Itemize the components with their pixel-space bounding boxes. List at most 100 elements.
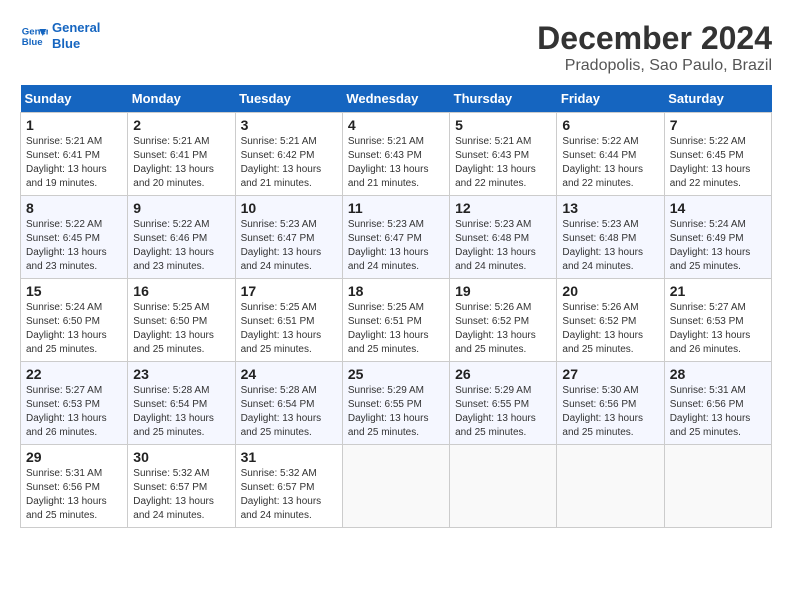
day-info: Sunrise: 5:21 AM Sunset: 6:43 PM Dayligh… — [348, 135, 444, 191]
calendar-week-5: 29Sunrise: 5:31 AM Sunset: 6:56 PM Dayli… — [21, 445, 772, 528]
calendar-week-1: 1 Sunrise: 5:21 AM Sunset: 6:41 PM Daylig… — [21, 113, 772, 196]
calendar-cell: 30 Sunrise: 5:32 AM Sunset: 6:57 PM Dayli… — [128, 445, 235, 528]
day-number: 10 — [241, 200, 337, 216]
day-info: Sunrise: 5:27 AM Sunset: 6:53 PM Dayligh… — [670, 301, 766, 357]
calendar-cell: 23 Sunrise: 5:28 AM Sunset: 6:54 PM Dayli… — [128, 362, 235, 445]
day-number: 30 — [133, 449, 229, 465]
day-number: 9 — [133, 200, 229, 216]
day-info: Sunrise: 5:22 AM Sunset: 6:44 PM Dayligh… — [562, 135, 658, 191]
calendar-cell: 27 Sunrise: 5:30 AM Sunset: 6:56 PM Dayli… — [557, 362, 664, 445]
calendar-cell: 1Sunrise: 5:21 AM Sunset: 6:41 PM Daylig… — [21, 113, 128, 196]
day-info: Sunrise: 5:26 AM Sunset: 6:52 PM Dayligh… — [562, 301, 658, 357]
calendar-cell: 16 Sunrise: 5:25 AM Sunset: 6:50 PM Dayli… — [128, 279, 235, 362]
day-number: 24 — [241, 366, 337, 382]
calendar-cell: 12Sunrise: 5:23 AM Sunset: 6:48 PM Dayli… — [450, 196, 557, 279]
day-number: 26 — [455, 366, 551, 382]
logo-icon: General Blue — [20, 22, 48, 50]
day-info: Sunrise: 5:29 AM Sunset: 6:55 PM Dayligh… — [455, 384, 551, 440]
day-number: 14 — [670, 200, 766, 216]
day-info: Sunrise: 5:21 AM Sunset: 6:42 PM Dayligh… — [241, 135, 337, 191]
calendar-cell: 9 Sunrise: 5:22 AM Sunset: 6:46 PM Daylig… — [128, 196, 235, 279]
day-info: Sunrise: 5:24 AM Sunset: 6:49 PM Dayligh… — [670, 218, 766, 274]
calendar-cell: 5 Sunrise: 5:21 AM Sunset: 6:43 PM Daylig… — [450, 113, 557, 196]
day-number: 18 — [348, 283, 444, 299]
day-info: Sunrise: 5:21 AM Sunset: 6:41 PM Dayligh… — [133, 135, 229, 191]
calendar-cell: 13 Sunrise: 5:23 AM Sunset: 6:48 PM Dayli… — [557, 196, 664, 279]
day-info: Sunrise: 5:29 AM Sunset: 6:55 PM Dayligh… — [348, 384, 444, 440]
day-info: Sunrise: 5:21 AM Sunset: 6:43 PM Dayligh… — [455, 135, 551, 191]
day-number: 16 — [133, 283, 229, 299]
day-number: 27 — [562, 366, 658, 382]
header-day-sunday: Sunday — [21, 85, 128, 113]
calendar-cell: 20 Sunrise: 5:26 AM Sunset: 6:52 PM Dayli… — [557, 279, 664, 362]
header-day-wednesday: Wednesday — [342, 85, 449, 113]
calendar-cell: 24 Sunrise: 5:28 AM Sunset: 6:54 PM Dayli… — [235, 362, 342, 445]
day-info: Sunrise: 5:25 AM Sunset: 6:51 PM Dayligh… — [348, 301, 444, 357]
day-info: Sunrise: 5:22 AM Sunset: 6:45 PM Dayligh… — [670, 135, 766, 191]
calendar-cell: 14 Sunrise: 5:24 AM Sunset: 6:49 PM Dayli… — [664, 196, 771, 279]
day-info: Sunrise: 5:25 AM Sunset: 6:50 PM Dayligh… — [133, 301, 229, 357]
day-info: Sunrise: 5:30 AM Sunset: 6:56 PM Dayligh… — [562, 384, 658, 440]
calendar-cell: 21 Sunrise: 5:27 AM Sunset: 6:53 PM Dayli… — [664, 279, 771, 362]
day-number: 20 — [562, 283, 658, 299]
day-info: Sunrise: 5:23 AM Sunset: 6:48 PM Dayligh… — [562, 218, 658, 274]
day-info: Sunrise: 5:25 AM Sunset: 6:51 PM Dayligh… — [241, 301, 337, 357]
calendar-cell: 2 Sunrise: 5:21 AM Sunset: 6:41 PM Daylig… — [128, 113, 235, 196]
calendar-cell: 11 Sunrise: 5:23 AM Sunset: 6:47 PM Dayli… — [342, 196, 449, 279]
logo-text: GeneralBlue — [52, 20, 100, 51]
calendar-week-2: 8 Sunrise: 5:22 AM Sunset: 6:45 PM Daylig… — [21, 196, 772, 279]
calendar-cell: 6Sunrise: 5:22 AM Sunset: 6:44 PM Daylig… — [557, 113, 664, 196]
header-day-thursday: Thursday — [450, 85, 557, 113]
title-area: December 2024 Pradopolis, Sao Paulo, Bra… — [537, 20, 772, 75]
calendar-cell: 17Sunrise: 5:25 AM Sunset: 6:51 PM Dayli… — [235, 279, 342, 362]
subtitle: Pradopolis, Sao Paulo, Brazil — [537, 57, 772, 75]
day-number: 22 — [26, 366, 122, 382]
calendar-cell: 28Sunrise: 5:31 AM Sunset: 6:56 PM Dayli… — [664, 362, 771, 445]
header-day-friday: Friday — [557, 85, 664, 113]
calendar-week-4: 22Sunrise: 5:27 AM Sunset: 6:53 PM Dayli… — [21, 362, 772, 445]
day-number: 8 — [26, 200, 122, 216]
day-number: 11 — [348, 200, 444, 216]
calendar-cell: 25 Sunrise: 5:29 AM Sunset: 6:55 PM Dayli… — [342, 362, 449, 445]
day-info: Sunrise: 5:23 AM Sunset: 6:47 PM Dayligh… — [348, 218, 444, 274]
day-number: 2 — [133, 117, 229, 133]
day-number: 31 — [241, 449, 337, 465]
calendar-week-3: 15Sunrise: 5:24 AM Sunset: 6:50 PM Dayli… — [21, 279, 772, 362]
day-info: Sunrise: 5:28 AM Sunset: 6:54 PM Dayligh… — [241, 384, 337, 440]
calendar-cell — [557, 445, 664, 528]
day-number: 3 — [241, 117, 337, 133]
day-info: Sunrise: 5:22 AM Sunset: 6:45 PM Dayligh… — [26, 218, 122, 274]
calendar-cell: 3 Sunrise: 5:21 AM Sunset: 6:42 PM Daylig… — [235, 113, 342, 196]
day-number: 7 — [670, 117, 766, 133]
calendar-cell: 8 Sunrise: 5:22 AM Sunset: 6:45 PM Daylig… — [21, 196, 128, 279]
day-number: 25 — [348, 366, 444, 382]
day-info: Sunrise: 5:22 AM Sunset: 6:46 PM Dayligh… — [133, 218, 229, 274]
calendar-cell: 18 Sunrise: 5:25 AM Sunset: 6:51 PM Dayli… — [342, 279, 449, 362]
logo: General Blue GeneralBlue — [20, 20, 100, 51]
calendar-cell: 10 Sunrise: 5:23 AM Sunset: 6:47 PM Dayli… — [235, 196, 342, 279]
day-number: 29 — [26, 449, 122, 465]
day-info: Sunrise: 5:32 AM Sunset: 6:57 PM Dayligh… — [133, 467, 229, 523]
day-info: Sunrise: 5:23 AM Sunset: 6:47 PM Dayligh… — [241, 218, 337, 274]
day-number: 13 — [562, 200, 658, 216]
calendar-cell: 19Sunrise: 5:26 AM Sunset: 6:52 PM Dayli… — [450, 279, 557, 362]
day-number: 12 — [455, 200, 551, 216]
day-info: Sunrise: 5:24 AM Sunset: 6:50 PM Dayligh… — [26, 301, 122, 357]
calendar-cell: 4Sunrise: 5:21 AM Sunset: 6:43 PM Daylig… — [342, 113, 449, 196]
day-info: Sunrise: 5:28 AM Sunset: 6:54 PM Dayligh… — [133, 384, 229, 440]
calendar-cell: 29Sunrise: 5:31 AM Sunset: 6:56 PM Dayli… — [21, 445, 128, 528]
day-number: 23 — [133, 366, 229, 382]
calendar-table: SundayMondayTuesdayWednesdayThursdayFrid… — [20, 85, 772, 528]
day-number: 21 — [670, 283, 766, 299]
day-number: 28 — [670, 366, 766, 382]
header-day-tuesday: Tuesday — [235, 85, 342, 113]
calendar-cell — [342, 445, 449, 528]
calendar-cell: 26 Sunrise: 5:29 AM Sunset: 6:55 PM Dayli… — [450, 362, 557, 445]
day-number: 1 — [26, 117, 122, 133]
day-info: Sunrise: 5:26 AM Sunset: 6:52 PM Dayligh… — [455, 301, 551, 357]
calendar-cell: 7 Sunrise: 5:22 AM Sunset: 6:45 PM Daylig… — [664, 113, 771, 196]
day-number: 5 — [455, 117, 551, 133]
calendar-cell: 31Sunrise: 5:32 AM Sunset: 6:57 PM Dayli… — [235, 445, 342, 528]
calendar-cell: 22Sunrise: 5:27 AM Sunset: 6:53 PM Dayli… — [21, 362, 128, 445]
header-day-monday: Monday — [128, 85, 235, 113]
